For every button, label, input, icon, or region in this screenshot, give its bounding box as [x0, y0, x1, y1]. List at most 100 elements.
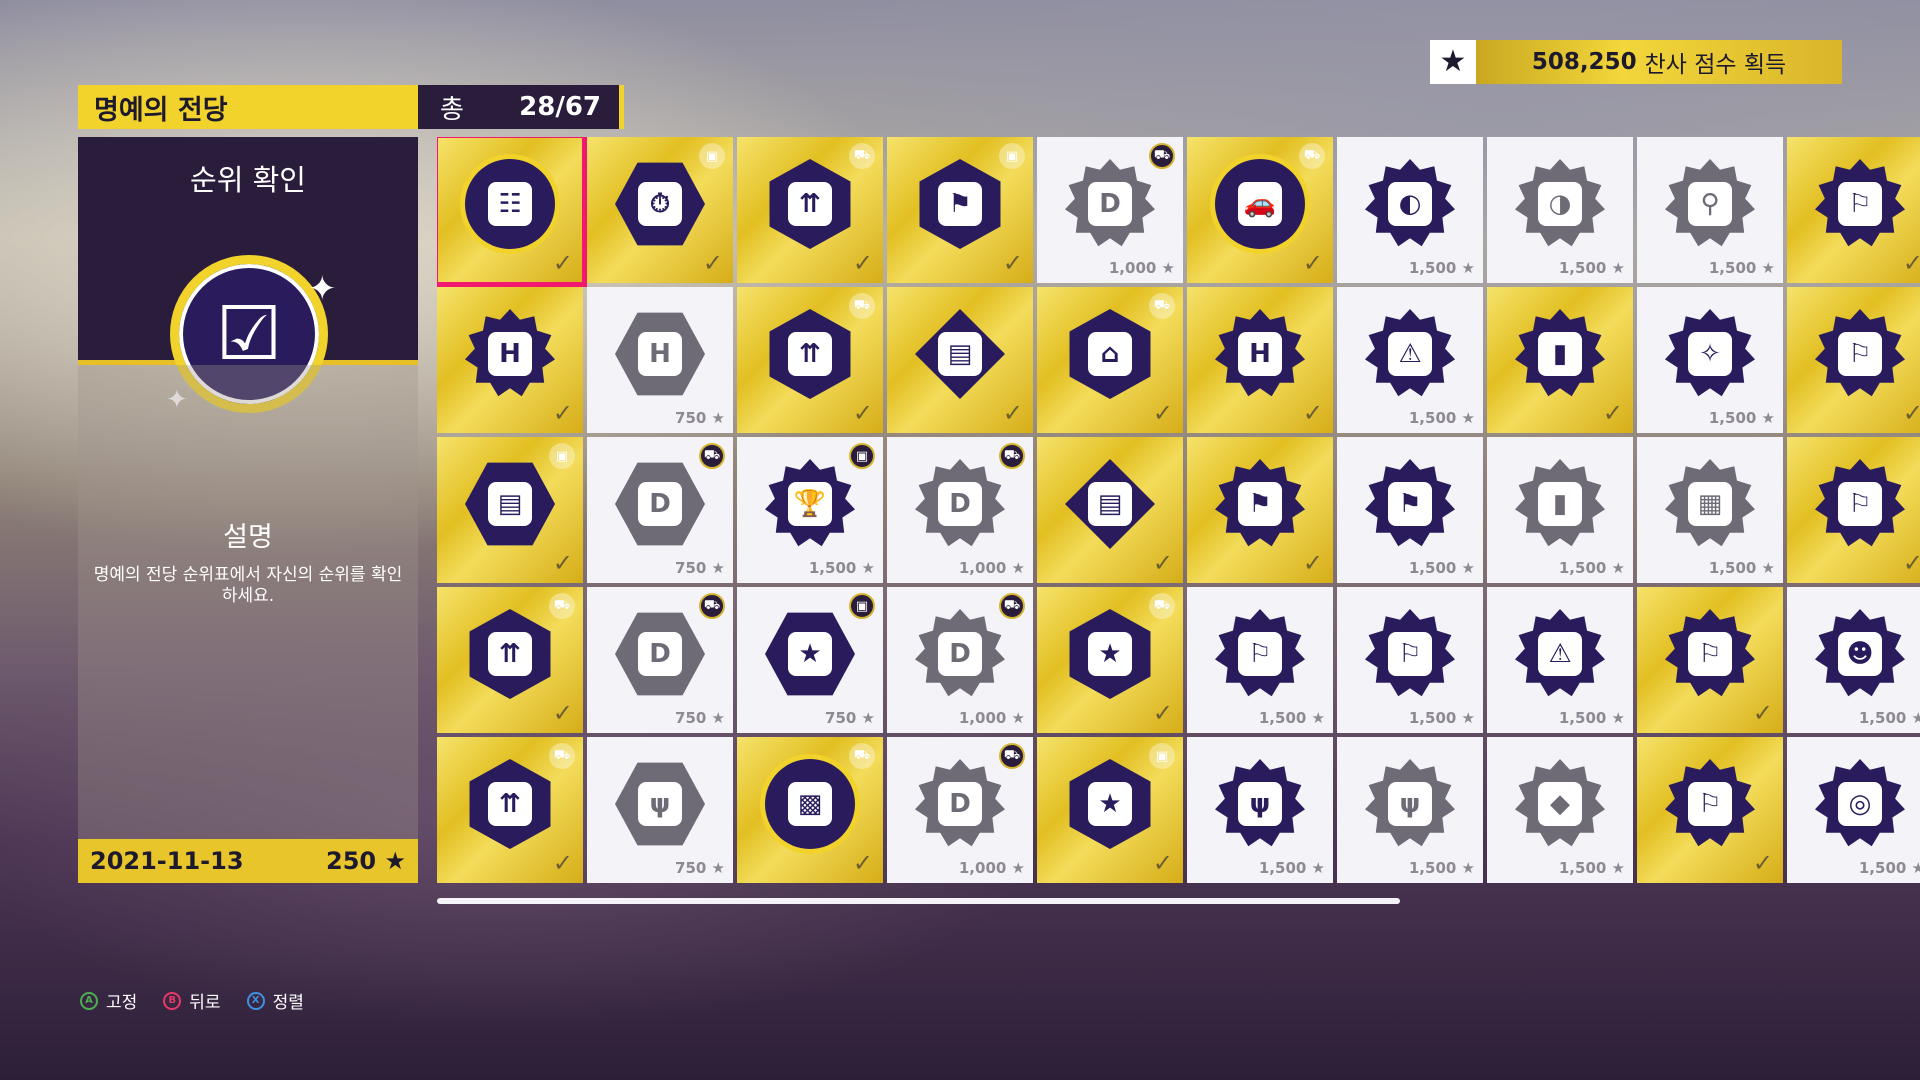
car-reward-icon: ⛟ [849, 143, 875, 169]
accolade-tile[interactable]: ⚑ ✓ [1187, 437, 1333, 583]
flag-icon: ⚐ [1365, 609, 1455, 699]
cars-crash-icon: ◑ [1515, 159, 1605, 249]
accolade-tile[interactable]: ▮ 1,500 ★ [1487, 437, 1633, 583]
accolade-tile[interactable]: ☷ ✓ [437, 137, 587, 287]
accolade-tile[interactable]: ⚐ ✓ [1637, 737, 1783, 883]
checkmark-icon: ✓ [1152, 849, 1173, 877]
checkmark-icon: ✓ [852, 399, 873, 427]
accolade-tile[interactable]: ▩ ⛟ ✓ [737, 737, 883, 883]
accolade-tile[interactable]: D ⛟ 1,000 ★ [887, 437, 1033, 583]
accolade-tile[interactable]: D ⛟ 1,000 ★ [887, 587, 1033, 733]
speed-camera-icon: ▮ [1515, 459, 1605, 549]
flag-icon: ⚐ [1665, 759, 1755, 849]
accolade-tile[interactable]: D ⛟ 1,000 ★ [1037, 137, 1183, 283]
luchador-mask-icon: ☻ [1815, 609, 1905, 699]
controller-button-icon: A [80, 991, 98, 1010]
accolade-tile[interactable]: ⚐ ✓ [1787, 437, 1920, 583]
accolade-tile[interactable]: H ✓ [1187, 287, 1333, 433]
checkmark-icon: ✓ [702, 249, 723, 277]
accolade-tile[interactable]: ψ 1,500 ★ [1187, 737, 1333, 883]
accolade-tile[interactable]: ⚑ ▣ ✓ [887, 137, 1033, 283]
checkmark-icon: ✓ [1002, 249, 1023, 277]
accolade-tile[interactable]: ★ ▣ 750 ★ [737, 587, 883, 733]
accolade-tile[interactable]: ▮ ✓ [1487, 287, 1633, 433]
car-reward-icon: ⛟ [999, 593, 1025, 619]
house-icon: ⌂ [1065, 309, 1155, 399]
tile-points: 1,000 ★ [1108, 259, 1175, 277]
flag-icon: ⚐ [1815, 309, 1905, 399]
accolade-tile[interactable]: H ✓ [437, 287, 583, 433]
accolade-tile[interactable]: ▤ ✓ [887, 287, 1033, 433]
accolade-tile[interactable]: ⚠ 1,500 ★ [1487, 587, 1633, 733]
car-icon: 🚗 [1215, 159, 1305, 249]
checkmark-icon: ✓ [552, 249, 573, 277]
completion-date: 2021-11-13 [90, 847, 244, 875]
accolade-tile[interactable]: ◎ 1,500 ★ [1787, 737, 1920, 883]
accolade-tile[interactable]: ⚲ 1,500 ★ [1637, 137, 1783, 283]
total-label: 총 [440, 94, 464, 125]
tile-points: 1,500 ★ [1408, 859, 1475, 877]
tile-points: 1,500 ★ [1558, 859, 1625, 877]
car-reward-icon: ⛟ [999, 443, 1025, 469]
accolade-tile[interactable]: ψ 1,500 ★ [1337, 737, 1483, 883]
tile-points: 1,000 ★ [958, 559, 1025, 577]
accolade-tile[interactable]: ☻ 1,500 ★ [1787, 587, 1920, 733]
checkmark-icon: ✓ [852, 249, 873, 277]
tile-points: 1,500 ★ [1708, 559, 1775, 577]
accolade-tile[interactable]: 🚗 ⛟ ✓ [1187, 137, 1333, 283]
accolade-tile[interactable]: ⚑ 1,500 ★ [1337, 437, 1483, 583]
accolade-tile[interactable]: ▤ ✓ [1037, 437, 1183, 583]
location-pin-icon: ⚲ [1665, 159, 1755, 249]
car-reward-icon: ⛟ [1149, 593, 1175, 619]
accolade-tile[interactable]: ⇈ ⛟ ✓ [737, 137, 883, 283]
tile-points: 1,500 ★ [1858, 859, 1920, 877]
accolade-name: 순위 확인 [190, 163, 306, 197]
accolade-tile[interactable]: D ⛟ 1,000 ★ [887, 737, 1033, 883]
accolade-tile[interactable]: ⚐ ✓ [1787, 137, 1920, 283]
clipboard-icon: ☷ [465, 159, 555, 249]
accolade-tile[interactable]: ⚐ ✓ [1637, 587, 1783, 733]
controller-button-icon: X [246, 991, 265, 1010]
accolade-tile[interactable]: ▤ ▣ ✓ [437, 437, 583, 583]
accolade-tile[interactable]: H 750 ★ [587, 287, 733, 433]
horizontal-scrollbar[interactable] [437, 898, 1400, 904]
tile-points: 1,500 ★ [1408, 709, 1475, 727]
accolade-tile[interactable]: ▦ 1,500 ★ [1637, 437, 1783, 583]
accolade-tile[interactable]: ★ ⛟ ✓ [1037, 587, 1183, 733]
stars-icon: ★ [765, 609, 855, 699]
checkered-flag-icon: ⚑ [1365, 459, 1455, 549]
checkmark-icon: ✓ [1902, 249, 1920, 277]
control-hint[interactable]: X 정렬 [246, 988, 304, 1013]
accolade-tile[interactable]: ⚐ 1,500 ★ [1337, 587, 1483, 733]
accolade-tile[interactable]: ⌂ ⛟ ✓ [1037, 287, 1183, 433]
accolade-tile[interactable]: ψ 750 ★ [587, 737, 733, 883]
accolade-tile[interactable]: ◐ 1,500 ★ [1337, 137, 1483, 283]
accolade-tile[interactable]: ⇈ ⛟ ✓ [737, 287, 883, 433]
accolade-tile[interactable]: ⇈ ⛟ ✓ [437, 737, 583, 883]
checkmark-icon: ✓ [1902, 399, 1920, 427]
control-hint[interactable]: A 고정 [80, 988, 137, 1013]
stopwatch-icon: ⏱ [615, 159, 705, 249]
car-reward-icon: ⛟ [1149, 143, 1175, 169]
accolade-tile[interactable]: D ⛟ 750 ★ [587, 587, 733, 733]
control-hint[interactable]: B 뒤로 [163, 988, 221, 1013]
accolade-tile[interactable]: ⚐ 1,500 ★ [1187, 587, 1333, 733]
accolade-tile[interactable]: D ⛟ 750 ★ [587, 437, 733, 583]
tile-points: 750 ★ [825, 709, 875, 727]
accolade-tile[interactable]: 🏆 ▣ 1,500 ★ [737, 437, 883, 583]
accolade-tile[interactable]: ⇈ ⛟ ✓ [437, 587, 583, 733]
accolade-tile[interactable]: ⚐ ✓ [1787, 287, 1920, 433]
stars-icon: ★ [1065, 759, 1155, 849]
tile-points: 1,500 ★ [1708, 409, 1775, 427]
cars-up-icon: ⇈ [465, 609, 555, 699]
accolade-tile[interactable]: ◑ 1,500 ★ [1487, 137, 1633, 283]
flag-icon: ⚐ [1665, 609, 1755, 699]
accolade-tile[interactable]: ◆ 1,500 ★ [1487, 737, 1633, 883]
gift-reward-icon: ▣ [999, 143, 1025, 169]
car-drift-icon: ◆ [1515, 759, 1605, 849]
accolade-tile[interactable]: ⏱ ▣ ✓ [587, 137, 733, 283]
accolade-tile[interactable]: ★ ▣ ✓ [1037, 737, 1183, 883]
accolade-tile[interactable]: ✧ 1,500 ★ [1637, 287, 1783, 433]
tile-points: 1,500 ★ [1558, 559, 1625, 577]
accolade-tile[interactable]: ⚠ 1,500 ★ [1337, 287, 1483, 433]
